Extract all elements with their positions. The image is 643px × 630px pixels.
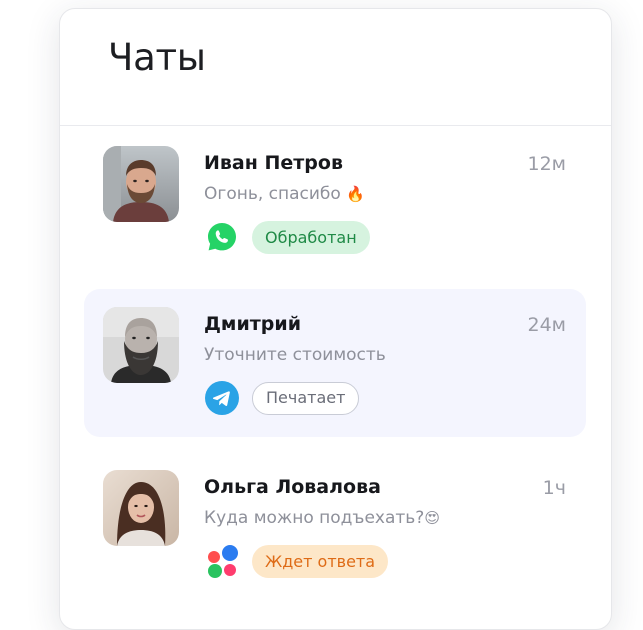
status-badge: Обработан	[252, 221, 370, 254]
fire-emoji: 🔥	[346, 185, 365, 203]
chat-time: 1ч	[542, 477, 566, 499]
chat-name: Дмитрий	[204, 313, 302, 335]
status-badge: Ждет ответа	[252, 545, 389, 578]
chat-item-olga-lovalova[interactable]: Ольга Ловалова 1ч Куда можно подъехать?😍…	[84, 452, 586, 600]
chat-time: 24м	[527, 314, 566, 336]
whatsapp-icon	[205, 220, 239, 254]
avatar	[103, 307, 179, 383]
message-text: Уточните стоимость	[204, 345, 386, 365]
chat-last-message: Уточните стоимость	[204, 345, 386, 365]
status-badge: Печатает	[252, 382, 360, 415]
heart-eyes-emoji: 😍	[424, 509, 440, 527]
page-title: Чаты	[108, 36, 206, 79]
chat-last-message: Огонь, спасибо 🔥	[204, 184, 365, 204]
chats-panel: Чаты Иван Петров 12м Огонь, спасибо 🔥 Об…	[59, 8, 612, 630]
chat-item-dmitry[interactable]: Дмитрий 24м Уточните стоимость Печатает	[84, 289, 586, 437]
message-text: Огонь, спасибо	[204, 184, 341, 204]
chat-time: 12м	[527, 153, 566, 175]
chat-name: Ольга Ловалова	[204, 476, 381, 498]
chats-header: Чаты	[60, 9, 611, 126]
multi-dot-icon	[205, 544, 239, 578]
avatar	[103, 470, 179, 546]
chat-last-message: Куда можно подъехать?😍	[204, 508, 440, 528]
chat-name: Иван Петров	[204, 152, 343, 174]
chat-item-ivan-petrov[interactable]: Иван Петров 12м Огонь, спасибо 🔥 Обработ…	[84, 128, 586, 276]
avatar	[103, 146, 179, 222]
telegram-icon	[205, 381, 239, 415]
message-text: Куда можно подъехать?	[204, 508, 425, 528]
